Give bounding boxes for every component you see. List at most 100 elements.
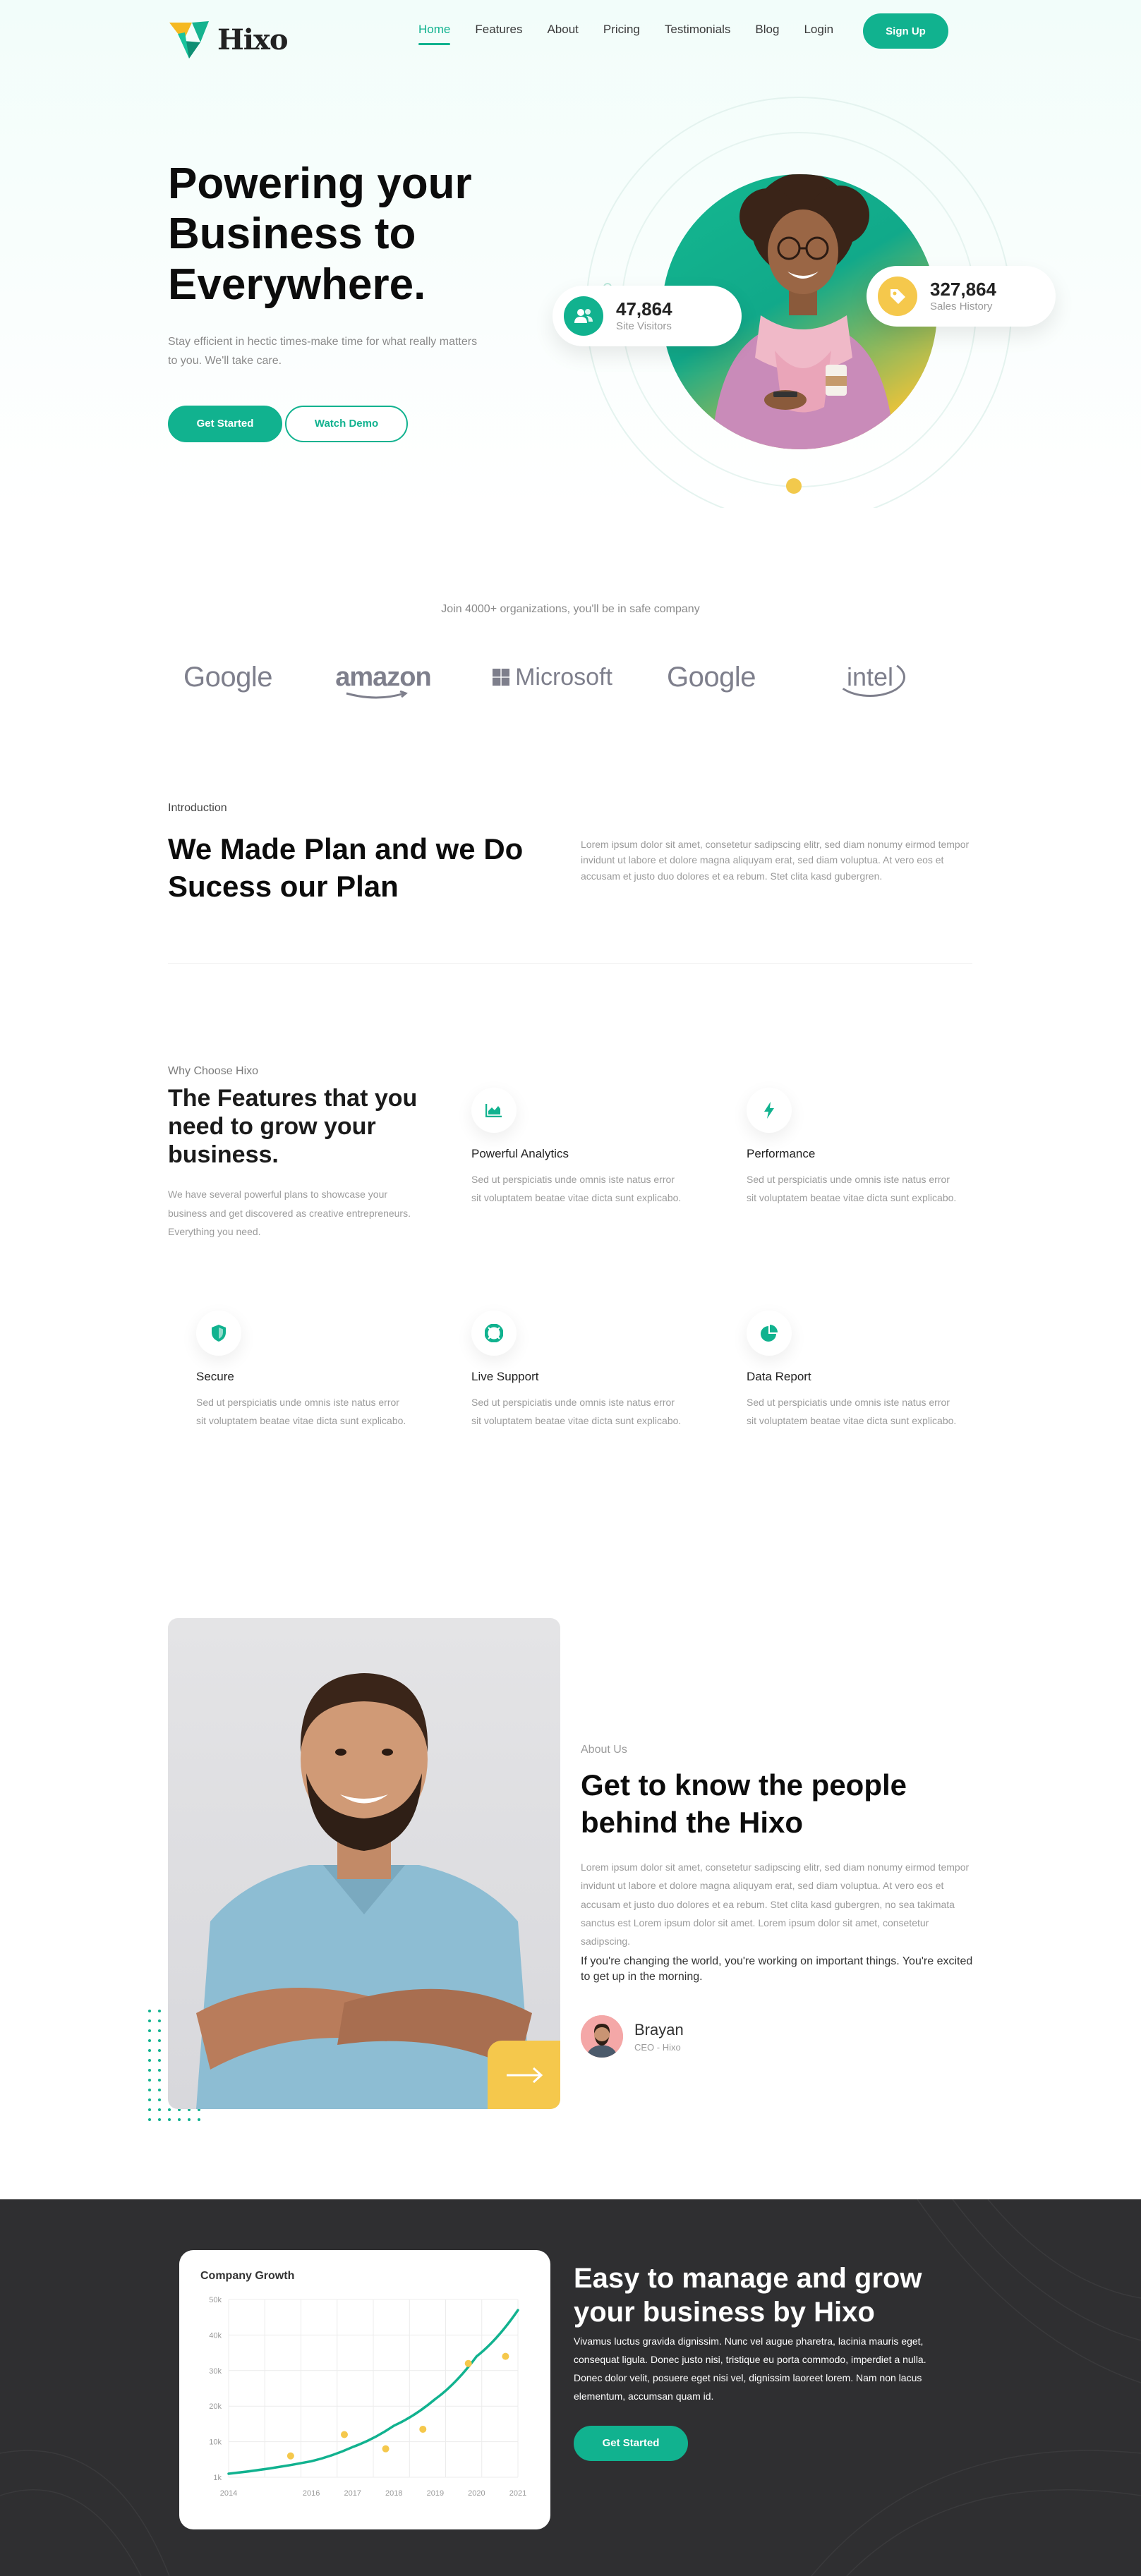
feature-desc: Sed ut perspiciatis unde omnis iste natu… — [747, 1174, 957, 1203]
feature-card-secure: Secure Sed ut perspiciatis unde omnis is… — [196, 1311, 408, 1430]
feature-name: Data Report — [747, 1370, 811, 1383]
avatar — [581, 2015, 623, 2058]
feature-card-performance: Performance Sed ut perspiciatis unde omn… — [747, 1088, 958, 1208]
series-point — [464, 2359, 472, 2367]
brand-logo[interactable]: Hixo — [168, 20, 289, 59]
lifebuoy-icon — [471, 1311, 517, 1356]
nav-about[interactable]: About — [547, 23, 578, 37]
features-tag: Why Choose Hixo — [168, 1065, 259, 1077]
team-photo — [168, 1618, 560, 2109]
microsoft-logo-text: Microsoft — [515, 663, 612, 691]
intel-logo-text: intel — [834, 657, 906, 697]
intro-tag: Introduction — [168, 802, 227, 814]
google-logo: Google — [667, 661, 756, 693]
series-point — [419, 2425, 427, 2433]
x-tick-label: 2016 — [303, 2489, 320, 2498]
stat-label: Sales History — [930, 300, 993, 312]
author-name: Brayan — [634, 2020, 684, 2039]
nav-links: Home Features About Pricing Testimonials… — [418, 23, 833, 45]
x-tick-label: 2019 — [427, 2489, 444, 2498]
about-title: Get to know the people behind the Hixo — [581, 1768, 907, 1839]
man-illustration — [196, 1673, 532, 2109]
nav-features[interactable]: Features — [475, 23, 522, 37]
users-icon — [564, 296, 603, 336]
arrow-right-button[interactable] — [488, 2041, 560, 2109]
nav-testimonials[interactable]: Testimonials — [665, 23, 731, 37]
stat-card-sales: 327,864 Sales History — [867, 266, 1056, 327]
stat-value: 327,864 — [930, 279, 996, 300]
nav-blog[interactable]: Blog — [755, 23, 779, 37]
nav-login[interactable]: Login — [804, 23, 833, 37]
nav-home[interactable]: Home — [418, 23, 451, 45]
partners-note: Join 4000+ organizations, you'll be in s… — [441, 603, 700, 615]
amazon-logo-text: amazon — [335, 662, 431, 692]
logo-icon — [169, 21, 209, 59]
intro-section: Introduction We Made Plan and we Do Suce… — [0, 762, 1141, 988]
x-tick-label: 2018 — [385, 2489, 402, 2498]
arrow-right-icon — [506, 2067, 543, 2083]
divider — [168, 963, 972, 964]
y-tick-label: 50k — [209, 2296, 222, 2304]
intro-title: We Made Plan and we Do Sucess our Plan — [168, 832, 524, 904]
feature-name: Powerful Analytics — [471, 1147, 569, 1160]
nav-pricing[interactable]: Pricing — [603, 23, 640, 37]
chart-plot: 50k 40k 30k 20k 10k 1k 2014 2016 2017 2018 2019 202… — [209, 2296, 526, 2498]
author-block: Brayan CEO - Hixo — [581, 2015, 684, 2058]
stat-value: 47,864 — [616, 298, 672, 320]
amazon-smile-icon — [346, 690, 409, 698]
about-quote: If you're changing the world, you're wor… — [581, 1955, 973, 1983]
feature-desc: Sed ut perspiciatis unde omnis iste natu… — [471, 1397, 682, 1426]
navbar: Hixo Home Features About Pricing Testimo… — [0, 13, 1141, 59]
feature-name: Secure — [196, 1370, 234, 1383]
about-tag: About Us — [581, 1744, 627, 1756]
feature-desc: Sed ut perspiciatis unde omnis iste natu… — [747, 1397, 957, 1426]
features-title: The Features that you need to grow your … — [168, 1085, 418, 1169]
growth-get-started-button[interactable]: Get Started — [574, 2426, 688, 2461]
intro-text: Lorem ipsum dolor sit amet, consetetur s… — [581, 839, 970, 882]
hero-title: Powering your Business to Everywhere. — [168, 159, 472, 309]
y-tick-label: 1k — [213, 2474, 222, 2482]
shield-icon — [196, 1311, 241, 1356]
amazon-logo: amazon — [323, 649, 443, 705]
chart-area-icon — [471, 1088, 517, 1133]
hero-subtitle: Stay efficient in hectic times-make time… — [168, 336, 478, 367]
y-tick-label: 30k — [209, 2367, 222, 2376]
decor-dot — [786, 478, 802, 494]
growth-section: Company Growth 50k 40k 30k 20k 10k 1k 2014 2016… — [0, 2199, 1141, 2576]
feature-card-data-report: Data Report Sed ut perspiciatis unde omn… — [747, 1311, 958, 1430]
features-subtitle: We have several powerful plans to showca… — [168, 1189, 411, 1238]
intel-logo: intel — [814, 649, 926, 705]
feature-name: Performance — [747, 1147, 816, 1160]
company-growth-chart: Company Growth 50k 40k 30k 20k 10k 1k 2014 2016… — [179, 2250, 550, 2529]
author-role: CEO - Hixo — [634, 2041, 681, 2053]
x-tick-label: 2021 — [509, 2489, 526, 2498]
watch-demo-button[interactable]: Watch Demo — [285, 406, 408, 442]
feature-desc: Sed ut perspiciatis unde omnis iste natu… — [196, 1397, 406, 1426]
feature-card-live-support: Live Support Sed ut perspiciatis unde om… — [471, 1311, 683, 1430]
about-section: About Us Get to know the people behind t… — [0, 1545, 1141, 2199]
series-point — [382, 2445, 390, 2453]
feature-name: Live Support — [471, 1370, 539, 1383]
growth-title: Easy to manage and grow your business by… — [574, 2263, 922, 2328]
series-point — [286, 2452, 294, 2460]
x-tick-label: 2014 — [220, 2489, 237, 2498]
y-tick-label: 40k — [209, 2331, 222, 2340]
x-tick-label: 2017 — [344, 2489, 361, 2498]
series-point — [502, 2352, 509, 2360]
stat-card-visitors: 47,864 Site Visitors — [553, 286, 742, 346]
partners-section: Join 4000+ organizations, you'll be in s… — [0, 508, 1141, 762]
growth-text: Vivamus luctus gravida dignissim. Nunc v… — [574, 2335, 926, 2402]
bolt-icon — [747, 1088, 792, 1133]
get-started-button[interactable]: Get Started — [168, 406, 282, 442]
partner-logos: Google amazon Microsoft Google intel — [168, 649, 972, 705]
feature-desc: Sed ut perspiciatis unde omnis iste natu… — [471, 1174, 682, 1203]
series-point — [341, 2431, 348, 2438]
google-logo: Google — [183, 661, 272, 693]
about-text: Lorem ipsum dolor sit amet, consetetur s… — [581, 1861, 970, 1948]
signup-button[interactable]: Sign Up — [863, 13, 948, 49]
hero-section: Hixo Home Features About Pricing Testimo… — [0, 0, 1141, 508]
stat-label: Site Visitors — [616, 320, 672, 332]
brand-name: Hixo — [217, 23, 289, 56]
y-tick-label: 20k — [209, 2402, 222, 2411]
feature-card-analytics: Powerful Analytics Sed ut perspiciatis u… — [471, 1088, 683, 1208]
